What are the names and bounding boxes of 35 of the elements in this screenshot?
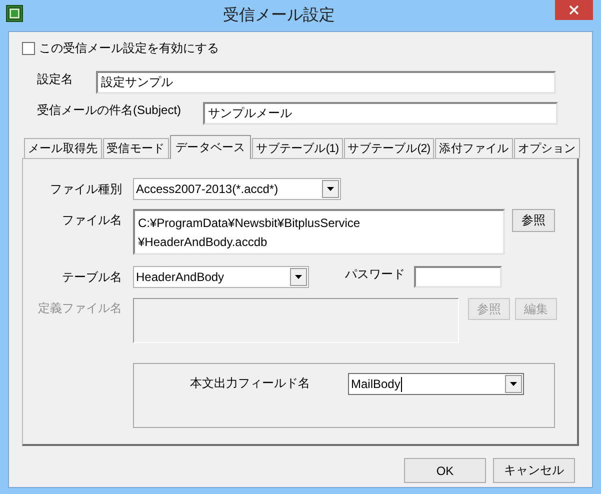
caret-icon: [295, 275, 302, 279]
tab[interactable]: サブテーブル(2): [344, 138, 434, 158]
field-label: 定義ファイル名: [37, 300, 122, 317]
close-icon: [569, 5, 579, 15]
caret-icon: [510, 382, 517, 386]
cancel-button[interactable]: キャンセル: [493, 458, 575, 483]
field-label: 受信メールの件名(Subject): [37, 102, 182, 119]
app-icon: [6, 5, 23, 22]
dropdown[interactable]: HeaderAndBody: [133, 266, 309, 288]
input-field[interactable]: [133, 298, 459, 343]
ok-button[interactable]: OK: [404, 458, 486, 483]
browse-button[interactable]: 参照: [512, 209, 555, 232]
field-label: 設定名: [37, 71, 74, 88]
tab[interactable]: サブテーブル(1): [252, 138, 343, 158]
field-label: テーブル名: [61, 269, 122, 286]
caret-icon: [327, 187, 334, 191]
file-path-field[interactable]: C:¥ProgramData¥Newsbit¥BitplusService ¥HeaderAndBody.accdb: [133, 209, 505, 255]
field-label: パスワード: [345, 266, 405, 283]
dropdown[interactable]: Access2007-2013(*.accd*): [133, 178, 341, 200]
tab[interactable]: 添付ファイル: [435, 138, 513, 158]
field-label: ファイル名: [61, 212, 122, 229]
checkbox-label: この受信メール設定を有効にする: [39, 40, 219, 56]
tab[interactable]: データベース: [170, 135, 252, 159]
input-field[interactable]: 設定サンプル: [96, 71, 556, 94]
tab[interactable]: メール取得先: [24, 138, 102, 158]
field-label: 本文出力フィールド名: [190, 375, 311, 392]
checkbox[interactable]: [22, 42, 35, 54]
close-button[interactable]: [555, 0, 593, 20]
field-label: ファイル種別: [49, 181, 122, 198]
tab[interactable]: 受信モード: [102, 138, 169, 158]
input-field[interactable]: サンプルメール: [203, 102, 558, 125]
dropdown[interactable]: MailBody: [348, 373, 524, 395]
password-field[interactable]: [414, 266, 502, 288]
window-title: 受信メール設定: [222, 6, 336, 26]
tab[interactable]: オプション: [514, 138, 580, 158]
